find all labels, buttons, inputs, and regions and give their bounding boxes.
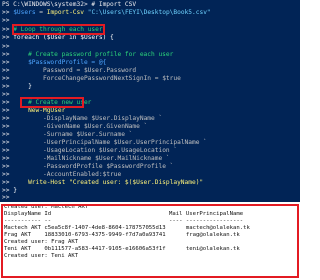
new-mguser-line: >> New-MgUser ` — [2, 107, 73, 114]
output-highlight — [1, 204, 299, 278]
create-user-highlight — [20, 97, 84, 108]
foreach-statement: foreach ($User in $Users) { — [13, 34, 114, 41]
password-field-line: >> Password = $User.Password — [2, 67, 137, 74]
final-prompt[interactable]: >> — [2, 194, 9, 201]
loop-comment-highlight — [12, 24, 105, 35]
password-profile-assign: $PasswordProfile = @{ — [28, 59, 107, 66]
password-comment-line: >> # Create password profile for each us… — [2, 51, 174, 58]
given-name-param: -GivenName $User.GivenName ` — [42, 123, 148, 130]
write-host-line: >> Write-Host "Created user: $($User.Dis… — [2, 179, 204, 186]
param-line: >> -PasswordProfile $PasswordProfile ` — [2, 163, 174, 170]
force-change-line: >> ForceChangePasswordNextSignIn = $true — [2, 75, 181, 82]
password-close-brace: } — [28, 83, 32, 90]
mail-nickname-param: -MailNickname $User.MailNickname ` — [42, 155, 170, 162]
import-line: >> $Users = Import-Csv "C:\Users\FEYI\De… — [2, 9, 211, 16]
param-line: >> -MailNickname $User.MailNickname ` — [2, 155, 170, 162]
password-close-line: >> } — [2, 83, 32, 90]
password-field: Password = $User.Password — [42, 67, 137, 74]
users-variable: $Users — [13, 9, 36, 16]
continuation-blank: >> — [2, 17, 10, 24]
powershell-window: PS C:\WINDOWS\system32> # Import CSV >> … — [0, 0, 300, 280]
param-line: >> -GivenName $User.GivenName ` — [2, 123, 148, 130]
param-line: >> -DisplayName $User.DisplayName ` — [2, 115, 163, 122]
surname-param: -Surname $User.Surname ` — [42, 131, 133, 138]
foreach-close-brace: } — [13, 187, 17, 194]
script-pane[interactable]: PS C:\WINDOWS\system32> # Import CSV >> … — [0, 0, 300, 202]
param-line: >> -AccountEnabled:$true — [2, 171, 122, 178]
display-name-param: -DisplayName $User.DisplayName ` — [42, 115, 163, 122]
continuation-blank: >> — [2, 43, 10, 50]
force-change-field: ForceChangePasswordNextSignIn = $true — [42, 75, 181, 82]
param-line: >> -UserPrincipalName $User.UserPrincipa… — [2, 139, 207, 146]
close-brace-line: >> } — [2, 187, 17, 194]
output-pane[interactable]: Created user: Mactech AKT DisplayName Id… — [0, 202, 300, 280]
password-assign-line: >> $PasswordProfile = @{ — [2, 59, 107, 66]
param-line: >> -UsageLocation $User.UsageLocation ` — [2, 147, 178, 154]
param-line: >> -Surname $User.Surname ` — [2, 131, 133, 138]
new-mguser-command: New-MgUser ` — [28, 107, 73, 114]
password-profile-param: -PasswordProfile $PasswordProfile ` — [42, 163, 174, 170]
continuation-prompt: >> — [2, 9, 14, 16]
password-comment: # Create password profile for each user — [28, 51, 174, 58]
write-host-command: Write-Host "Created user: $($User.Displa… — [28, 179, 204, 186]
account-enabled-param: -AccountEnabled:$true — [42, 171, 122, 178]
prompt-line: PS C:\WINDOWS\system32> # Import CSV — [2, 1, 137, 8]
foreach-line: >> foreach ($User in $Users) { — [2, 34, 114, 41]
upn-param: -UserPrincipalName $User.UserPrincipalNa… — [42, 139, 207, 146]
continuation-blank: >> — [2, 91, 10, 98]
csv-path-string: "C:\Users\FEYI\Desktop\Book5.csv" — [84, 9, 211, 16]
usage-location-param: -UsageLocation $User.UsageLocation ` — [42, 147, 178, 154]
import-csv-command: Import-Csv — [46, 9, 84, 16]
assign-operator: = — [35, 9, 47, 16]
